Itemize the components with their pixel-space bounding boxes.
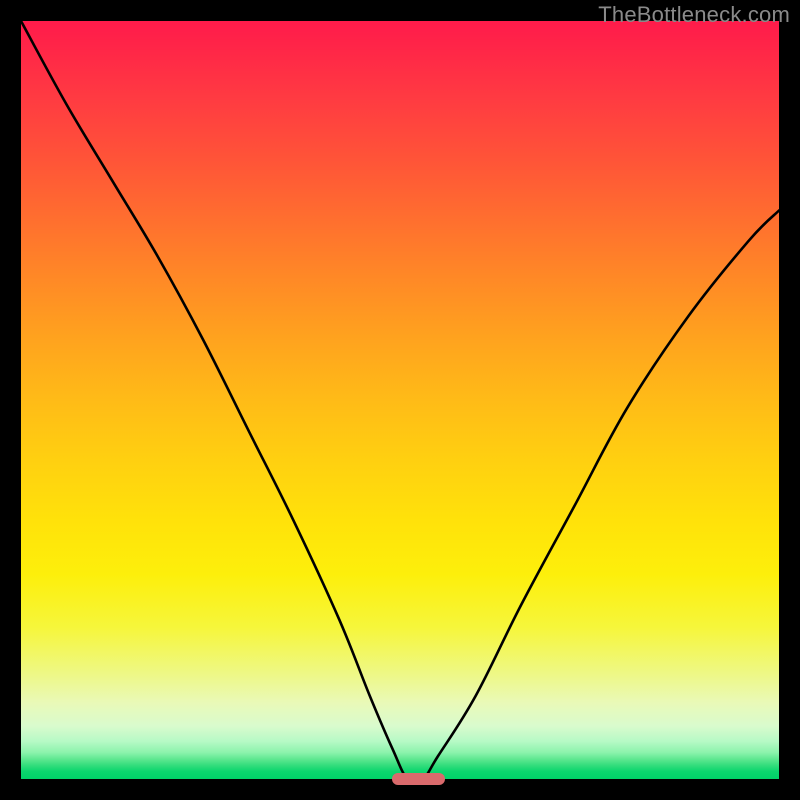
bottleneck-curve	[21, 21, 779, 779]
watermark-text: TheBottleneck.com	[598, 2, 790, 28]
chart-frame: TheBottleneck.com	[0, 0, 800, 800]
plot-area	[21, 21, 779, 779]
optimal-marker	[392, 773, 445, 785]
